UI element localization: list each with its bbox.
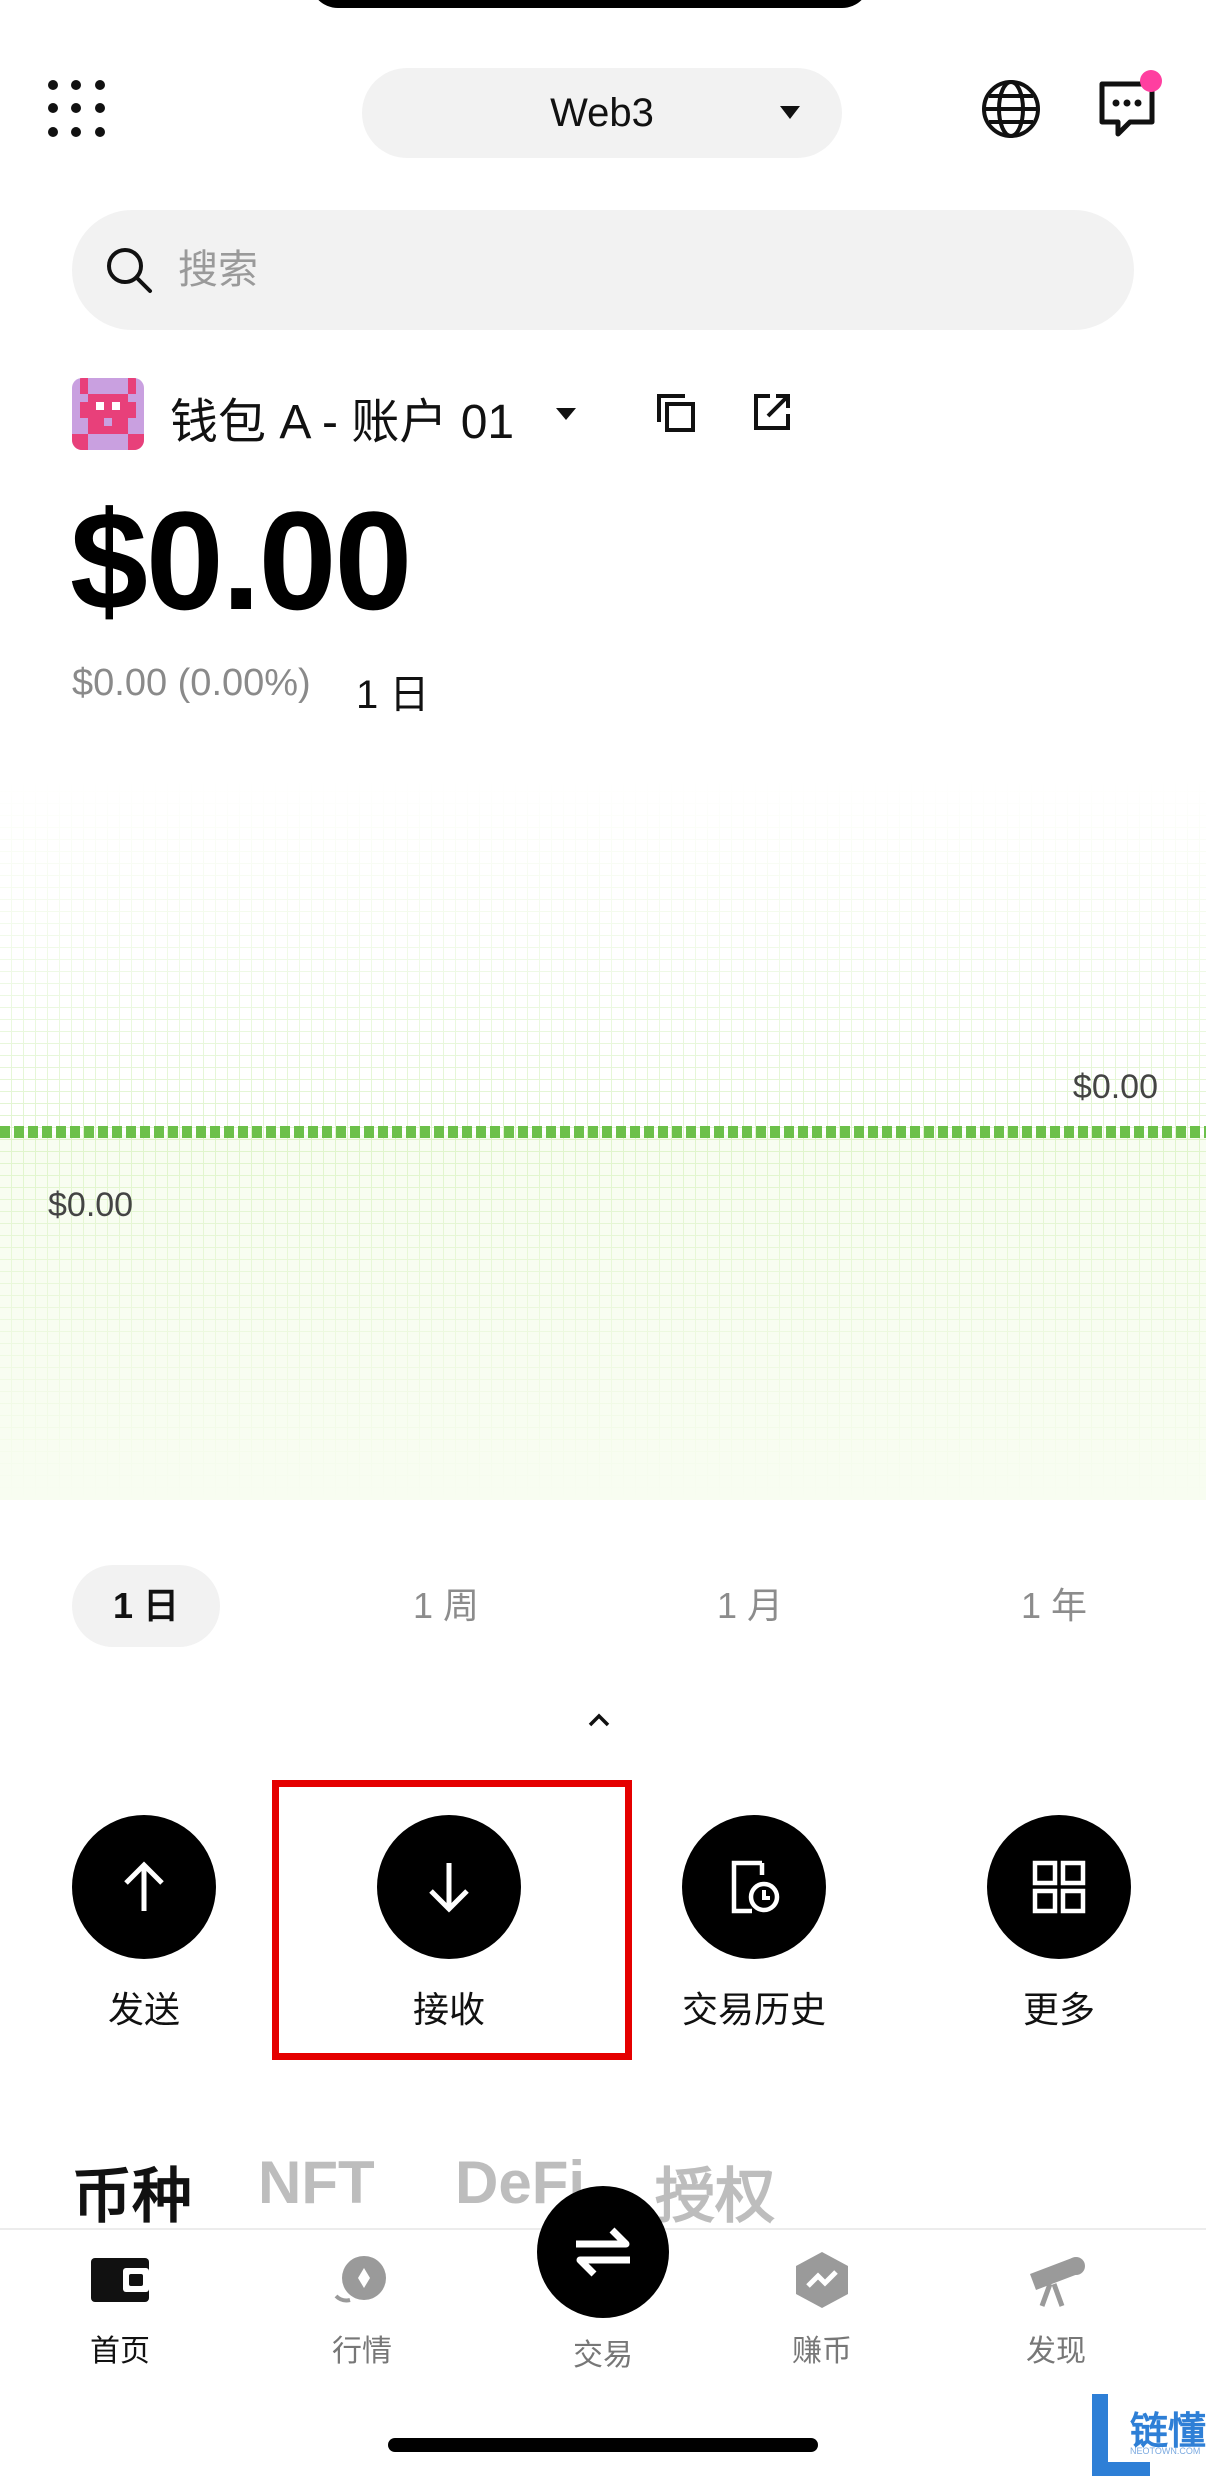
wallet-icon — [91, 2258, 149, 2302]
globe-icon[interactable] — [980, 78, 1042, 140]
history-label: 交易历史 — [681, 1989, 826, 2030]
nav-market[interactable]: 行情 — [282, 2248, 442, 2370]
copy-icon[interactable] — [655, 392, 697, 434]
nav-home-label: 首页 — [90, 2335, 150, 2368]
tab-approvals[interactable]: 授权 — [655, 2148, 775, 2235]
change-period: 1 日 — [356, 673, 430, 717]
tab-nft[interactable]: NFT — [258, 2148, 375, 2217]
nav-discover[interactable]: 发现 — [976, 2248, 1136, 2370]
notification-dot — [1140, 70, 1162, 92]
period-1m[interactable]: 1 月 — [676, 1565, 824, 1647]
nav-home[interactable]: 首页 — [40, 2248, 200, 2370]
chart-low-label: $0.00 — [48, 1186, 134, 1224]
nav-earn[interactable]: 赚币 — [742, 2248, 902, 2370]
earn-icon — [796, 2252, 848, 2308]
period-1w[interactable]: 1 周 — [372, 1565, 520, 1647]
send-label: 发送 — [107, 1989, 180, 2030]
arrow-up-icon — [124, 1861, 164, 1911]
total-balance: $0.00 — [70, 482, 412, 639]
chart-high-label: $0.00 — [1072, 1068, 1158, 1106]
nav-discover-label: 发现 — [1026, 2335, 1086, 2368]
more-label: 更多 — [1022, 1989, 1095, 2030]
search-input[interactable] — [176, 246, 980, 294]
grid-icon — [1032, 1860, 1086, 1914]
nav-trade-label: 交易 — [573, 2339, 633, 2372]
camera-notch — [310, 0, 870, 8]
period-1y[interactable]: 1 年 — [980, 1565, 1128, 1647]
avatar[interactable] — [72, 378, 144, 450]
history-button[interactable]: 交易历史 — [654, 1815, 854, 2033]
mode-switcher[interactable]: Web3 — [362, 68, 842, 158]
external-link-icon[interactable] — [750, 390, 794, 434]
nav-earn-label: 赚币 — [792, 2335, 852, 2368]
balance-chart — [0, 780, 1206, 1500]
account-dropdown-icon[interactable] — [556, 408, 576, 420]
home-indicator — [388, 2438, 818, 2452]
watermark-sub: NEOTOWN.COM — [1130, 2446, 1201, 2456]
more-button[interactable]: 更多 — [959, 1815, 1159, 2033]
send-button[interactable]: 发送 — [44, 1815, 244, 2033]
swap-icon — [576, 2227, 630, 2277]
account-name[interactable]: 钱包 A - 账户 01 — [170, 382, 514, 452]
telescope-icon — [1030, 2257, 1085, 2307]
search-icon — [107, 248, 152, 293]
highlight-box — [272, 1780, 632, 2060]
search-bar[interactable] — [72, 210, 1134, 330]
apps-menu-icon[interactable] — [48, 80, 108, 140]
mode-label: Web3 — [550, 90, 654, 135]
chevron-up-icon[interactable] — [584, 1710, 614, 1730]
history-icon — [731, 1860, 780, 1914]
market-icon — [334, 2256, 386, 2303]
trade-button[interactable] — [537, 2186, 669, 2318]
nav-market-label: 行情 — [332, 2335, 392, 2368]
chevron-down-icon — [780, 106, 800, 119]
balance-change: $0.00 (0.00%) — [72, 662, 311, 704]
period-1d[interactable]: 1 日 — [72, 1565, 220, 1647]
tab-tokens[interactable]: 币种 — [72, 2148, 192, 2235]
